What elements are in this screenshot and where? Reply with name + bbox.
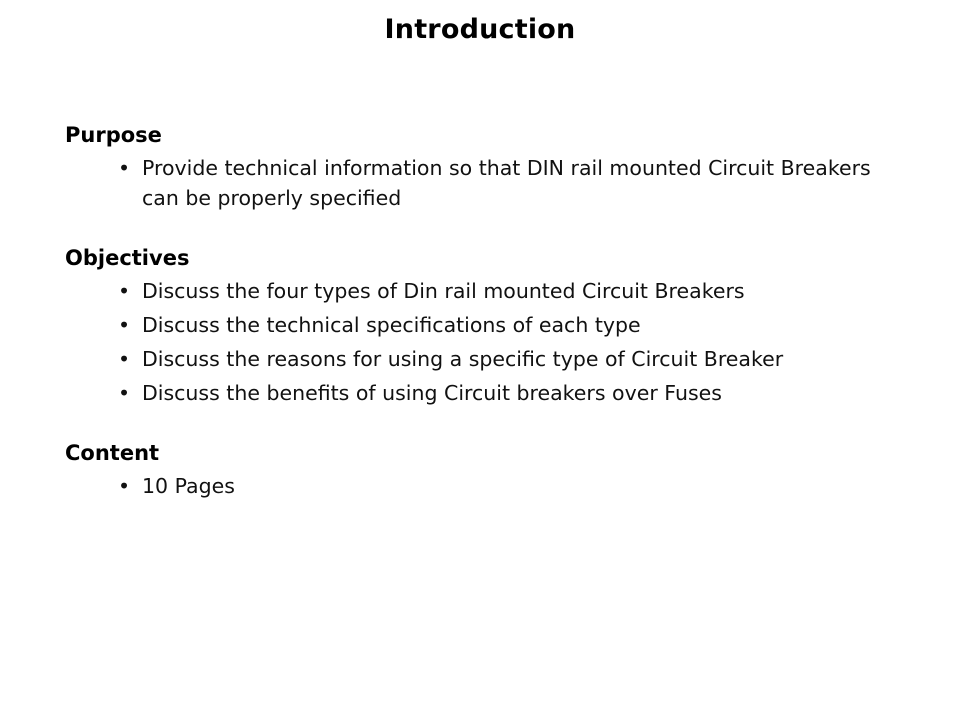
list-item-text: Discuss the four types of Din rail mount… xyxy=(142,278,745,303)
list-item: • Discuss the benefits of using Circuit … xyxy=(65,378,905,408)
slide: Introduction Purpose • Provide technical… xyxy=(0,0,960,720)
slide-body: Purpose • Provide technical information … xyxy=(65,122,905,501)
bullet-dot-icon: • xyxy=(118,155,131,180)
bullet-list-purpose: • Provide technical information so that … xyxy=(65,153,905,213)
list-item-text: Discuss the technical specifications of … xyxy=(142,312,641,337)
list-item-text: Provide technical information so that DI… xyxy=(142,155,871,210)
section-purpose: Purpose • Provide technical information … xyxy=(65,122,905,213)
bullet-dot-icon: • xyxy=(118,278,131,303)
page-title: Introduction xyxy=(384,14,576,45)
list-item: • 10 Pages xyxy=(65,471,905,501)
bullet-list-objectives: • Discuss the four types of Din rail mou… xyxy=(65,276,905,408)
list-item: • Discuss the technical specifications o… xyxy=(65,310,905,340)
list-item: • Discuss the reasons for using a specif… xyxy=(65,344,905,374)
bullet-dot-icon: • xyxy=(118,346,131,371)
bullet-list-content: • 10 Pages xyxy=(65,471,905,501)
list-item: • Provide technical information so that … xyxy=(65,153,902,213)
bullet-dot-icon: • xyxy=(118,380,131,405)
section-heading-purpose: Purpose xyxy=(65,123,162,147)
bullet-dot-icon: • xyxy=(118,312,131,337)
bullet-dot-icon: • xyxy=(118,473,131,498)
list-item: • Discuss the four types of Din rail mou… xyxy=(65,276,905,306)
list-item-text: 10 Pages xyxy=(142,473,235,498)
list-item-text: Discuss the benefits of using Circuit br… xyxy=(142,380,722,405)
section-content: Content • 10 Pages xyxy=(65,440,905,501)
list-item-text: Discuss the reasons for using a specific… xyxy=(142,346,784,371)
section-heading-content: Content xyxy=(65,440,160,465)
section-objectives: Objectives • Discuss the four types of D… xyxy=(65,245,905,408)
section-heading-objectives: Objectives xyxy=(65,245,190,270)
